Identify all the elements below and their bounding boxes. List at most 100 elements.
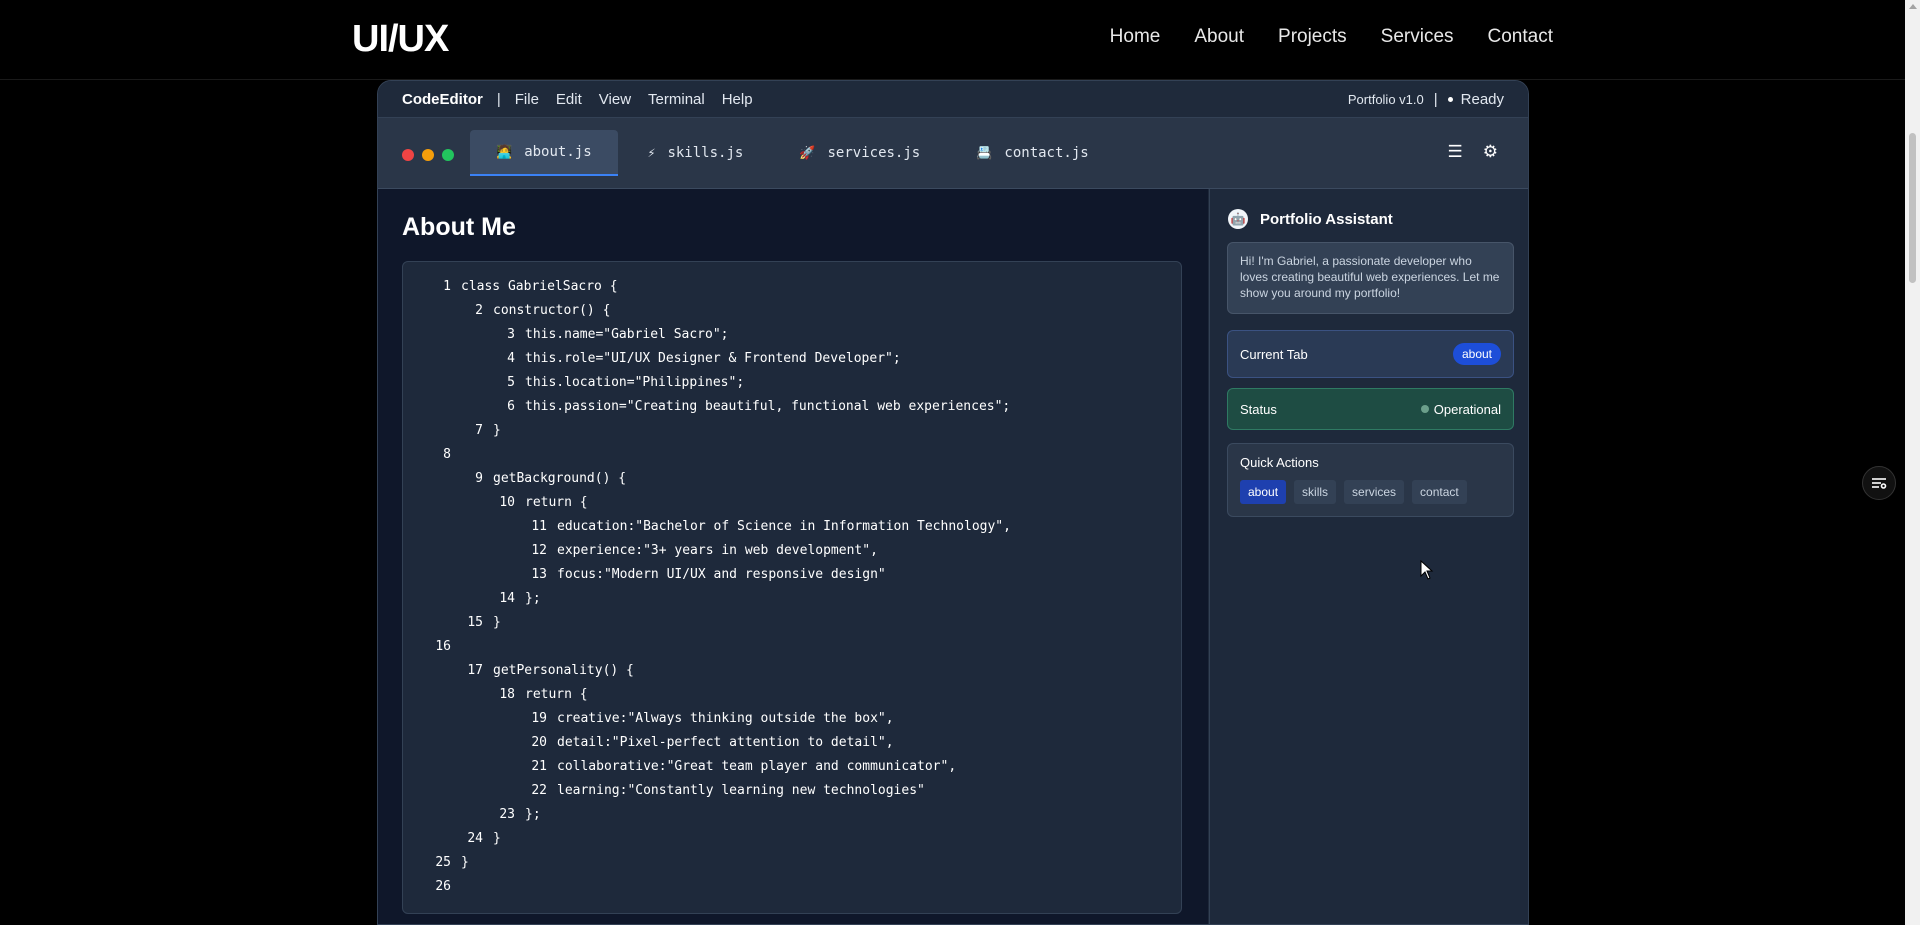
menu-terminal[interactable]: Terminal: [648, 91, 705, 108]
tab-skills[interactable]: ⚡ skills.js: [622, 130, 770, 176]
code-text: this.location="Philippines";: [525, 374, 745, 390]
code-text: this.role="UI/UX Designer & Frontend Dev…: [525, 350, 901, 366]
code-line: 21 collaborative:"Great team player and c…: [403, 754, 1181, 778]
quick-action-services[interactable]: services: [1344, 480, 1405, 504]
code-text: return {: [525, 494, 588, 510]
code-line: 23};: [403, 802, 1181, 826]
code-line: 16: [403, 634, 1181, 658]
line-number: 5: [507, 374, 515, 390]
current-tab-label: Current Tab: [1240, 346, 1308, 362]
scrollbar-thumb[interactable]: [1909, 133, 1916, 283]
editor-status-area: Portfolio v1.0 | Ready: [1348, 91, 1504, 108]
contact-card-icon: 📇: [976, 145, 993, 161]
current-tab-badge: about: [1452, 343, 1501, 365]
quick-action-about[interactable]: about: [1240, 480, 1287, 504]
tab-tools: ☰ ⚙: [1448, 142, 1499, 162]
nav-link-projects[interactable]: Projects: [1278, 26, 1347, 48]
menu-edit[interactable]: Edit: [556, 91, 582, 108]
current-tab-card: Current Tab about: [1227, 330, 1514, 378]
menu-separator: |: [496, 90, 501, 108]
line-number: 9: [475, 470, 483, 486]
editor-app-name: CodeEditor: [402, 90, 483, 108]
nav-link-about[interactable]: About: [1194, 26, 1244, 48]
line-number: 2: [475, 302, 483, 318]
status-card: Status Operational: [1227, 388, 1514, 430]
line-number: 21: [531, 758, 547, 774]
quick-actions-title: Quick Actions: [1240, 455, 1319, 470]
code-text: this.passion="Creating beautiful, functi…: [525, 398, 1011, 414]
nav-link-services[interactable]: Services: [1381, 26, 1454, 48]
code-line: 4 this.role="UI/UX Designer & Frontend De…: [403, 346, 1181, 370]
code-line: 17 getPersonality() {: [403, 658, 1181, 682]
menu-help[interactable]: Help: [722, 91, 753, 108]
code-line: 26: [403, 874, 1181, 898]
code-line: 22 learning:"Constantly learning new tech…: [403, 778, 1181, 802]
code-line: 19 creative:"Always thinking outside the …: [403, 706, 1181, 730]
quick-action-contact[interactable]: contact: [1412, 480, 1467, 504]
quick-actions-buttons: about skills services contact: [1240, 480, 1501, 504]
code-panel: About Me 1 class GabrielSacro {2 construct…: [378, 189, 1208, 924]
code-line: 18 return {: [403, 682, 1181, 706]
code-line: 11 education:"Bachelor of Science in Info…: [403, 514, 1181, 538]
line-number: 26: [435, 878, 451, 894]
status-label: Status: [1240, 401, 1277, 417]
status-value: Operational: [1433, 401, 1501, 417]
code-text: experience:"3+ years in web development"…: [557, 542, 878, 558]
nav-link-home[interactable]: Home: [1110, 26, 1161, 48]
code-text: education:"Bachelor of Science in Inform…: [557, 518, 1011, 534]
tab-contact[interactable]: 📇 contact.js: [950, 130, 1114, 176]
menu-view[interactable]: View: [599, 91, 631, 108]
line-number: 4: [507, 350, 515, 366]
nav-link-contact[interactable]: Contact: [1488, 26, 1553, 48]
tab-label: skills.js: [667, 145, 744, 161]
rocket-icon: 🚀: [799, 145, 816, 161]
code-text: focus:"Modern UI/UX and responsive desig…: [557, 566, 886, 582]
line-number: 23: [499, 806, 515, 822]
code-line: 7}: [403, 418, 1181, 442]
scroll-up-arrow-icon[interactable]: [1909, 4, 1917, 9]
page-title: About Me: [402, 213, 516, 241]
code-line: 6 this.passion="Creating beautiful, funct…: [403, 394, 1181, 418]
code-line: 24}: [403, 826, 1181, 850]
code-line: 3 this.name="Gabriel Sacro";: [403, 322, 1181, 346]
code-text: getPersonality() {: [493, 662, 634, 678]
status-indicator: Operational: [1420, 401, 1501, 417]
developer-icon: 🧑‍💻: [496, 144, 513, 160]
settings-gear-icon[interactable]: ⚙: [1483, 142, 1498, 162]
assistant-sidebar: 🤖 Portfolio Assistant Hi! I'm Gabriel, a…: [1209, 189, 1528, 924]
line-number: 19: [531, 710, 547, 726]
line-number: 17: [467, 662, 483, 678]
code-line: 20 detail:"Pixel-perfect attention to det…: [403, 730, 1181, 754]
tab-about[interactable]: 🧑‍💻 about.js: [470, 130, 618, 176]
code-text: constructor() {: [493, 302, 611, 318]
hamburger-menu-icon[interactable]: ☰: [1448, 142, 1463, 162]
close-window-dot[interactable]: [402, 149, 414, 161]
site-logo[interactable]: UI/UX: [352, 18, 449, 61]
version-label: Portfolio v1.0: [1347, 92, 1424, 107]
menu-file[interactable]: File: [515, 91, 539, 108]
line-number: 12: [531, 542, 547, 558]
code-text: this.name="Gabriel Sacro";: [525, 326, 729, 342]
robot-icon: 🤖: [1228, 209, 1248, 229]
code-text: detail:"Pixel-perfect attention to detai…: [557, 734, 894, 750]
line-number: 16: [435, 638, 451, 654]
line-number: 18: [499, 686, 515, 702]
minimize-window-dot[interactable]: [422, 149, 434, 161]
code-line: 12 experience:"3+ years in web developmen…: [403, 538, 1181, 562]
line-number: 7: [475, 422, 483, 438]
code-line: 13 focus:"Modern UI/UX and responsive des…: [403, 562, 1181, 586]
tab-label: contact.js: [1004, 145, 1089, 161]
page-scrollbar[interactable]: [1905, 0, 1920, 925]
code-text: }: [493, 614, 501, 630]
quick-action-skills[interactable]: skills: [1294, 480, 1337, 504]
filter-settings-icon[interactable]: [1862, 466, 1896, 500]
lightning-icon: ⚡: [647, 145, 656, 161]
maximize-window-dot[interactable]: [442, 149, 454, 161]
code-text: creative:"Always thinking outside the bo…: [557, 710, 894, 726]
code-text: };: [525, 806, 541, 822]
line-number: 22: [531, 782, 547, 798]
code-line: 8: [403, 442, 1181, 466]
code-editor-window: CodeEditor | File Edit View Terminal Hel…: [377, 80, 1529, 925]
status-dot-icon: [1420, 405, 1429, 413]
tab-services[interactable]: 🚀 services.js: [773, 130, 946, 176]
